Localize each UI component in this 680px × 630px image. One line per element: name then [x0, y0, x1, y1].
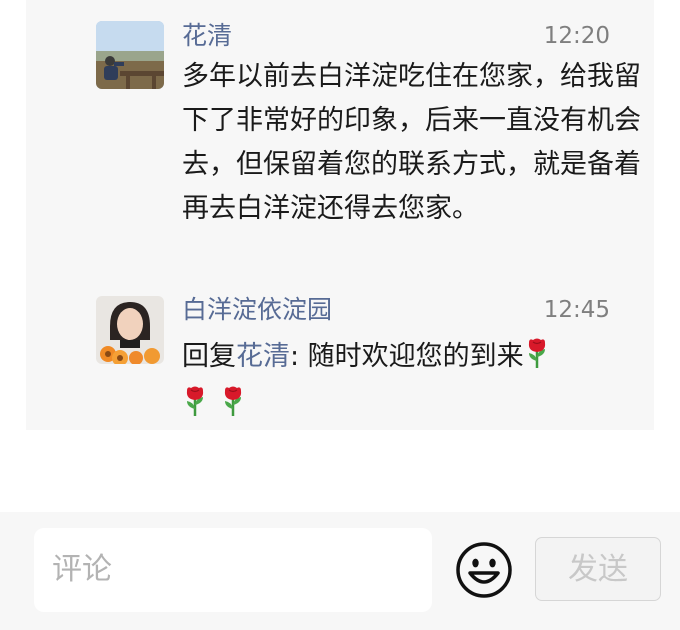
comment-author[interactable]: 花清: [182, 20, 232, 52]
reply-to-author[interactable]: 花清: [236, 341, 290, 372]
rose-emoji-icon: [220, 385, 246, 431]
smiley-face-icon[interactable]: [455, 541, 513, 599]
comment-time: 12:45: [543, 297, 610, 323]
comment-input-placeholder: 评论: [52, 552, 112, 587]
comment-input-bar: 评论 发送: [0, 512, 680, 630]
reply-prefix: 回复: [182, 341, 236, 372]
rose-emoji-icon: [182, 385, 208, 431]
reply-text: : 随时欢迎您的到来: [290, 341, 524, 372]
avatar[interactable]: [96, 21, 164, 89]
comment-author[interactable]: 白洋淀依淀园: [182, 294, 332, 326]
avatar-portrait-image: [96, 296, 164, 364]
comment-text: 多年以前去白洋淀吃住在您家，给我留下了非常好的印象，后来一直没有机会去，但保留着…: [182, 61, 641, 224]
avatar-landscape-image: [96, 21, 164, 89]
send-button[interactable]: 发送: [535, 537, 661, 601]
comments-page: 花清 12:20 多年以前去白洋淀吃住在您家，给我留下了非常好的印象，后来一直没…: [0, 0, 680, 630]
comment-input[interactable]: 评论: [34, 528, 432, 612]
rose-emoji-icon: [524, 337, 550, 383]
comment-item[interactable]: 花清 12:20 多年以前去白洋淀吃住在您家，给我留下了非常好的印象，后来一直没…: [26, 0, 654, 270]
comment-text: 回复花清: 随时欢迎您的到来: [182, 335, 642, 431]
comments-panel: 花清 12:20 多年以前去白洋淀吃住在您家，给我留下了非常好的印象，后来一直没…: [26, 0, 654, 430]
avatar[interactable]: [96, 296, 164, 364]
comment-item[interactable]: 白洋淀依淀园 12:45 回复花清: 随时欢迎您的到来: [26, 280, 654, 430]
comment-time: 12:20: [543, 23, 610, 49]
